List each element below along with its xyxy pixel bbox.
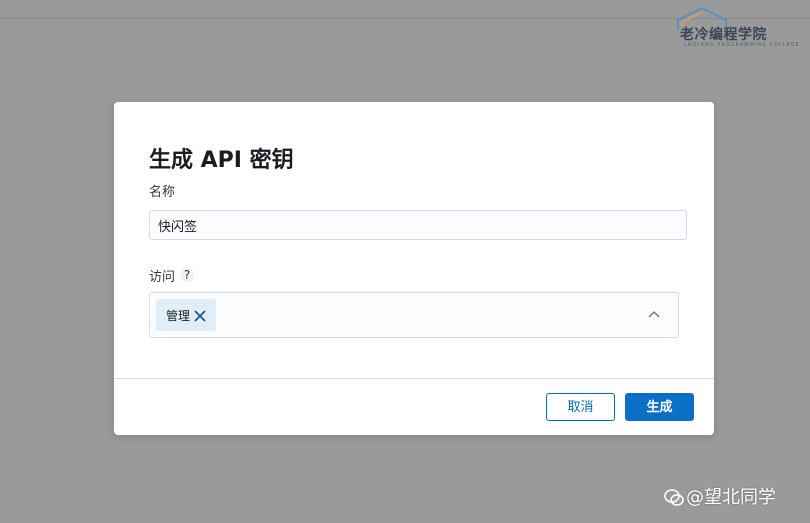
access-label: 访问: [149, 270, 176, 285]
author-credit: @望北同学: [664, 483, 776, 509]
name-label: 名称: [149, 185, 176, 200]
chevron-up-icon[interactable]: [647, 308, 661, 322]
access-chip-manage: 管理: [156, 299, 216, 331]
access-combobox[interactable]: 管理: [149, 292, 679, 338]
help-icon[interactable]: ?: [180, 268, 194, 282]
watermark-logo: 老冷编程学院 LAOLENG PROGRAMMING COLLEGE: [672, 6, 804, 48]
generate-button[interactable]: 生成: [625, 393, 694, 421]
name-input[interactable]: [149, 210, 687, 240]
generate-api-key-dialog: 生成 API 密钥 名称 访问 ? 管理 取消 生成: [114, 102, 714, 435]
chip-label: 管理: [166, 309, 191, 323]
close-icon[interactable]: [193, 309, 207, 323]
logo-english-text: LAOLENG PROGRAMMING COLLEGE: [684, 42, 800, 48]
cancel-button[interactable]: 取消: [546, 393, 615, 421]
credit-text: @望北同学: [686, 487, 776, 508]
dialog-title: 生成 API 密钥: [149, 148, 294, 173]
footer-divider: [114, 378, 714, 379]
logo-chinese-text: 老冷编程学院: [680, 27, 767, 43]
wechat-icon: [664, 489, 684, 506]
